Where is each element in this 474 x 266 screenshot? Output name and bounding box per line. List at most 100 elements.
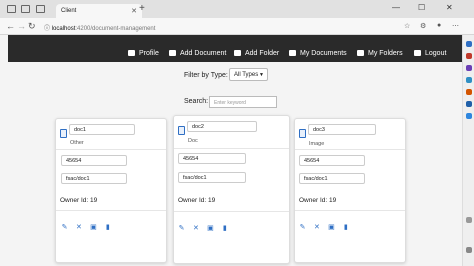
filter-type-label: Filter by Type:: [184, 72, 228, 79]
collections-icon[interactable]: [36, 5, 45, 13]
url-path: :4200/document-management: [75, 26, 156, 32]
settings-sidebar-icon[interactable]: [466, 247, 472, 253]
search-input[interactable]: Enter keyword: [209, 96, 277, 108]
games-icon[interactable]: [466, 77, 472, 83]
document-icon: [178, 126, 185, 135]
document-size-field[interactable]: 45654: [61, 155, 127, 166]
workspaces-icon[interactable]: [7, 5, 16, 13]
tab-close-icon[interactable]: ✕: [131, 7, 137, 15]
card-actions: ✎ ✕ ▣ ▮: [299, 216, 352, 231]
search-sidebar-icon[interactable]: [466, 41, 472, 47]
type-select[interactable]: All Types ▼: [229, 68, 268, 81]
browser-window: Client ✕ + — ☐ ✕ ← → ↻ ⓘ localhost:4200/…: [0, 0, 474, 266]
logout-icon: [414, 50, 421, 56]
card-actions: ✎ ✕ ▣ ▮: [178, 217, 231, 232]
nav-my-folders-label: My Folders: [368, 50, 403, 57]
document-type: Image: [309, 141, 325, 147]
document-name-field[interactable]: doc2: [187, 121, 257, 132]
folder-icon: [357, 50, 364, 56]
site-info-icon[interactable]: ⓘ: [44, 26, 50, 32]
card-divider: [174, 211, 289, 212]
nav-logout[interactable]: Logout: [414, 50, 446, 57]
url-field[interactable]: ⓘ localhost:4200/document-management: [44, 21, 416, 32]
document-path-field[interactable]: fsac/doc1: [178, 172, 246, 183]
card-divider: [295, 210, 405, 211]
document-icon: [299, 129, 306, 138]
owner-id: Owner Id: 19: [178, 197, 216, 204]
edit-icon[interactable]: ✎: [178, 225, 185, 232]
menu-icon[interactable]: ⋯: [452, 22, 459, 30]
nav-profile[interactable]: Profile: [128, 50, 159, 57]
trash-icon[interactable]: ▮: [104, 224, 111, 231]
address-bar: ← → ↻ ⓘ localhost:4200/document-manageme…: [0, 18, 474, 35]
search-label: Search:: [184, 98, 209, 105]
nav-add-document[interactable]: Add Document: [169, 50, 226, 57]
delete-x-icon[interactable]: ✕: [192, 225, 199, 232]
owner-id: Owner Id: 19: [60, 197, 98, 204]
card-divider: [174, 148, 289, 149]
url-host: localhost: [51, 26, 76, 32]
nav-my-documents-label: My Documents: [300, 50, 347, 57]
shopping-icon[interactable]: [466, 53, 472, 59]
edit-icon[interactable]: ✎: [299, 224, 306, 231]
tab-title: Client: [61, 8, 77, 14]
document-type: Doc: [188, 138, 198, 144]
document-card: doc1 Other 45654 fsac/doc1 Owner Id: 19 …: [55, 118, 167, 263]
document-card: doc3 Image 45654 fsac/doc1 Owner Id: 19 …: [294, 118, 406, 263]
document-card: doc2 Doc 45654 fsac/doc1 Owner Id: 19 ✎ …: [173, 115, 290, 264]
folder-icon: [234, 50, 241, 56]
trash-icon[interactable]: ▮: [221, 225, 228, 232]
document-icon: [60, 129, 67, 138]
nav-my-documents[interactable]: My Documents: [289, 50, 347, 57]
maximize-button[interactable]: ☐: [418, 3, 425, 12]
minimize-button[interactable]: —: [392, 3, 400, 12]
document-name-field[interactable]: doc3: [308, 124, 376, 135]
document-name-field[interactable]: doc1: [69, 124, 135, 135]
nav-add-folder[interactable]: Add Folder: [234, 50, 279, 57]
forward-button[interactable]: →: [17, 21, 26, 31]
card-divider: [56, 210, 166, 211]
outlook-icon[interactable]: [466, 101, 472, 107]
tab-actions-icon[interactable]: [21, 5, 30, 13]
document-size-field[interactable]: 45654: [299, 155, 365, 166]
document-size-field[interactable]: 45654: [178, 153, 246, 164]
back-button[interactable]: ←: [6, 21, 15, 31]
nav-logout-label: Logout: [425, 50, 447, 57]
nav-profile-label: Profile: [139, 50, 159, 57]
tab-client[interactable]: Client ✕: [56, 4, 142, 18]
file-icon: [169, 50, 176, 56]
delete-x-icon[interactable]: ✕: [313, 224, 320, 231]
extensions-icon[interactable]: ⚙: [420, 22, 426, 30]
add-sidebar-icon[interactable]: [466, 217, 472, 223]
edit-icon[interactable]: ✎: [61, 224, 68, 231]
delete-x-icon[interactable]: ✕: [75, 224, 82, 231]
save-icon[interactable]: ▣: [328, 224, 335, 231]
window-close-button[interactable]: ✕: [446, 3, 453, 12]
office-icon[interactable]: [466, 89, 472, 95]
owner-id: Owner Id: 19: [299, 197, 337, 204]
profile-icon[interactable]: ●: [437, 22, 441, 29]
new-tab-button[interactable]: +: [139, 3, 145, 14]
browser-sidebar: [462, 35, 474, 266]
nav-add-document-label: Add Document: [180, 50, 227, 57]
save-icon[interactable]: ▣: [90, 224, 97, 231]
type-select-value: All Types: [234, 72, 259, 78]
reload-button[interactable]: ↻: [28, 21, 36, 32]
tab-strip: Client ✕ + — ☐ ✕: [0, 0, 474, 18]
tools-icon[interactable]: [466, 65, 472, 71]
chevron-down-icon: ▼: [259, 72, 264, 78]
nav-add-folder-label: Add Folder: [245, 50, 280, 57]
user-icon: [128, 50, 135, 56]
save-icon[interactable]: ▣: [207, 225, 214, 232]
card-divider: [56, 149, 166, 150]
card-divider: [295, 149, 405, 150]
document-management-page: Profile Add Document Add Folder My Docum…: [0, 35, 462, 266]
drop-icon[interactable]: [466, 113, 472, 119]
document-path-field[interactable]: fsac/doc1: [61, 173, 127, 184]
trash-icon[interactable]: ▮: [342, 224, 349, 231]
card-actions: ✎ ✕ ▣ ▮: [61, 216, 114, 231]
document-type: Other: [70, 140, 84, 146]
document-path-field[interactable]: fsac/doc1: [299, 173, 365, 184]
nav-my-folders[interactable]: My Folders: [357, 50, 403, 57]
favorites-icon[interactable]: ☆: [404, 22, 410, 30]
